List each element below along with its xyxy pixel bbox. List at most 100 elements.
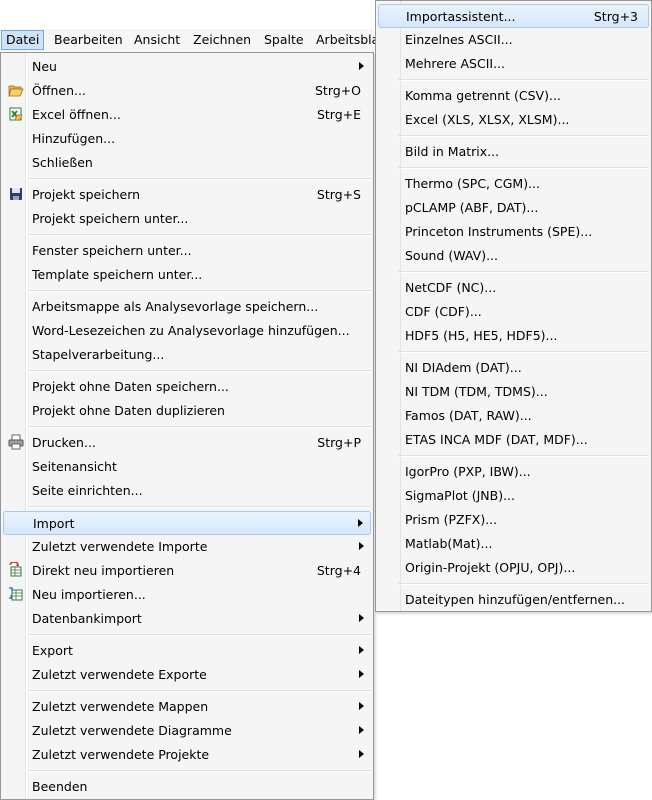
menu-separator xyxy=(29,690,371,692)
menu-item-sound-wav[interactable]: Sound (WAV)... xyxy=(378,244,649,266)
menu-item-princeton-instruments-spe[interactable]: Princeton Instruments (SPE)... xyxy=(378,220,649,242)
menu-separator xyxy=(398,79,649,81)
menu-item-drucken[interactable]: Drucken... Strg+P xyxy=(3,431,371,453)
menu-separator xyxy=(398,351,649,353)
menu-item-label: ETAS INCA MDF (DAT, MDF)... xyxy=(405,432,588,447)
menubar-item-datei[interactable]: Datei xyxy=(1,30,45,50)
menu-item-label: SigmaPlot (JNB)... xyxy=(405,488,515,503)
menu-item-zuletzt-verwendete-exporte[interactable]: Zuletzt verwendete Exporte xyxy=(3,663,371,685)
menu-item-cdf-cdf[interactable]: CDF (CDF)... xyxy=(378,300,649,322)
menu-item-label: Drucken... xyxy=(32,435,96,450)
menu-item-label: Thermo (SPC, CGM)... xyxy=(405,176,540,191)
menu-item-seite-einrichten[interactable]: Seite einrichten... xyxy=(3,479,371,501)
menu-item-excel-xls-xlsx-xlsm[interactable]: Excel (XLS, XLSX, XLSM)... xyxy=(378,108,649,130)
menu-item-importassistent[interactable]: Importassistent... Strg+3 xyxy=(378,4,649,28)
menu-item-datenbankimport[interactable]: Datenbankimport xyxy=(3,607,371,629)
menu-separator xyxy=(29,290,371,292)
menubar-item-bearbeiten[interactable]: Bearbeiten xyxy=(50,31,127,49)
menu-item-komma-getrennt-csv[interactable]: Komma getrennt (CSV)... xyxy=(378,84,649,106)
excel-open-icon xyxy=(8,106,24,122)
menu-item-label: Komma getrennt (CSV)... xyxy=(405,88,561,103)
menu-item-label: Export xyxy=(32,643,73,658)
menu-item-label: NetCDF (NC)... xyxy=(405,280,497,295)
menu-item-label: Matlab(Mat)... xyxy=(405,536,493,551)
menu-item-export[interactable]: Export xyxy=(3,639,371,661)
menu-item-label: pCLAMP (ABF, DAT)... xyxy=(405,200,539,215)
menu-item-label: Projekt ohne Daten speichern... xyxy=(32,379,229,394)
menu-item-projekt-speichern-unter[interactable]: Projekt speichern unter... xyxy=(3,207,371,229)
menu-item-label: Zuletzt verwendete Importe xyxy=(32,539,208,554)
menu-item-projekt-speichern[interactable]: Projekt speichern Strg+S xyxy=(3,183,371,205)
menu-item-ni-tdm-tdm-tdms[interactable]: NI TDM (TDM, TDMS)... xyxy=(378,380,649,402)
menu-item-label: Import xyxy=(33,516,75,531)
menu-item-direkt-neu-importieren[interactable]: Direkt neu importieren Strg+4 xyxy=(3,559,371,581)
menu-item-zuletzt-verwendete-importe[interactable]: Zuletzt verwendete Importe xyxy=(3,535,371,557)
menu-item-netcdf-nc[interactable]: NetCDF (NC)... xyxy=(378,276,649,298)
menu-item-mehrere-ascii[interactable]: Mehrere ASCII... xyxy=(378,52,649,74)
menu-item-neu-importieren[interactable]: Neu importieren... xyxy=(3,583,371,605)
printer-icon xyxy=(8,434,24,450)
menu-item-zuletzt-verwendete-projekte[interactable]: Zuletzt verwendete Projekte xyxy=(3,743,371,765)
submenu-arrow-icon xyxy=(359,726,364,734)
menu-item-oeffnen[interactable]: Öffnen... Strg+O xyxy=(3,79,371,101)
menu-item-label: Template speichern unter... xyxy=(32,267,203,282)
menu-item-hdf5-h5-he5-hdf5[interactable]: HDF5 (H5, HE5, HDF5)... xyxy=(378,324,649,346)
menu-item-beenden[interactable]: Beenden xyxy=(3,775,371,797)
menubar-item-ansicht[interactable]: Ansicht xyxy=(130,31,184,49)
menu-item-label: CDF (CDF)... xyxy=(405,304,482,319)
menu-item-sigmaplot-jnb[interactable]: SigmaPlot (JNB)... xyxy=(378,484,649,506)
shortcut-text: Strg+E xyxy=(316,107,361,122)
menu-item-pclamp-abf-dat[interactable]: pCLAMP (ABF, DAT)... xyxy=(378,196,649,218)
menu-item-label: Öffnen... xyxy=(32,83,86,98)
menu-item-neu[interactable]: Neu xyxy=(3,55,371,77)
menu-item-hinzufuegen[interactable]: Hinzufügen... xyxy=(3,127,371,149)
menu-item-label: Princeton Instruments (SPE)... xyxy=(405,224,593,239)
menu-separator xyxy=(398,271,649,273)
menu-item-matlab-mat[interactable]: Matlab(Mat)... xyxy=(378,532,649,554)
menu-item-projekt-ohne-daten-speichern[interactable]: Projekt ohne Daten speichern... xyxy=(3,375,371,397)
submenu-arrow-icon xyxy=(359,542,364,550)
menu-item-label: Sound (WAV)... xyxy=(405,248,498,263)
menu-separator xyxy=(29,770,371,772)
menu-item-seitenansicht[interactable]: Seitenansicht xyxy=(3,455,371,477)
menu-item-word-lesezeichen-zu-analysevorlage-hinzufuegen[interactable]: Word-Lesezeichen zu Analysevorlage hinzu… xyxy=(3,319,371,341)
menu-item-thermo-spc-cgm[interactable]: Thermo (SPC, CGM)... xyxy=(378,172,649,194)
file-menu: Neu Öffnen... Strg+O Excel öffnen... Strg+E H… xyxy=(0,52,374,800)
menu-item-zuletzt-verwendete-diagramme[interactable]: Zuletzt verwendete Diagramme xyxy=(3,719,371,741)
menu-separator xyxy=(398,135,649,137)
menu-item-label: Fenster speichern unter... xyxy=(32,243,192,258)
menu-item-import[interactable]: Import xyxy=(3,511,371,535)
shortcut-text: Strg+O xyxy=(314,83,361,98)
menu-item-label: Zuletzt verwendete Projekte xyxy=(32,747,210,762)
menubar-item-zeichnen[interactable]: Zeichnen xyxy=(189,31,255,49)
menu-item-ni-diadem-dat[interactable]: NI DIAdem (DAT)... xyxy=(378,356,649,378)
menu-item-bild-in-matrix[interactable]: Bild in Matrix... xyxy=(378,140,649,162)
save-disk-icon xyxy=(8,186,24,202)
shortcut-text: Strg+3 xyxy=(593,9,638,24)
menu-item-origin-projekt-opju-opj[interactable]: Origin-Projekt (OPJU, OPJ)... xyxy=(378,556,649,578)
menu-item-projekt-ohne-daten-duplizieren[interactable]: Projekt ohne Daten duplizieren xyxy=(3,399,371,421)
menu-item-fenster-speichern-unter[interactable]: Fenster speichern unter... xyxy=(3,239,371,261)
menu-item-template-speichern-unter[interactable]: Template speichern unter... xyxy=(3,263,371,285)
menu-separator xyxy=(29,426,371,428)
menu-item-excel-oeffnen[interactable]: Excel öffnen... Strg+E xyxy=(3,103,371,125)
shortcut-text: Strg+P xyxy=(317,435,361,450)
menubar-item-arbeitsbla[interactable]: Arbeitsbla xyxy=(312,31,383,49)
menu-item-zuletzt-verwendete-mappen[interactable]: Zuletzt verwendete Mappen xyxy=(3,695,371,717)
menu-item-schliessen[interactable]: Schließen xyxy=(3,151,371,173)
menu-item-einzelnes-ascii[interactable]: Einzelnes ASCII... xyxy=(378,28,649,50)
menu-item-etas-inca-mdf-dat-mdf[interactable]: ETAS INCA MDF (DAT, MDF)... xyxy=(378,428,649,450)
menu-item-igorpro-pxp-ibw[interactable]: IgorPro (PXP, IBW)... xyxy=(378,460,649,482)
menu-item-stapelverarbeitung[interactable]: Stapelverarbeitung... xyxy=(3,343,371,365)
menu-item-label: Direkt neu importieren xyxy=(32,563,175,578)
menu-item-arbeitsmappe-als-analysevorlage-speichern[interactable]: Arbeitsmappe als Analysevorlage speicher… xyxy=(3,295,371,317)
menubar-item-spalte[interactable]: Spalte xyxy=(260,31,308,49)
submenu-arrow-icon xyxy=(359,702,364,710)
menu-item-dateitypen-hinzufuegen-entfernen[interactable]: Dateitypen hinzufügen/entfernen... xyxy=(378,588,649,610)
menu-item-label: Dateitypen hinzufügen/entfernen... xyxy=(405,592,626,607)
menu-item-label: Projekt speichern xyxy=(32,187,141,202)
menu-item-prism-pzfx[interactable]: Prism (PZFX)... xyxy=(378,508,649,530)
submenu-arrow-icon xyxy=(359,62,364,70)
menu-item-famos-dat-raw[interactable]: Famos (DAT, RAW)... xyxy=(378,404,649,426)
menu-item-label: Bild in Matrix... xyxy=(405,144,500,159)
